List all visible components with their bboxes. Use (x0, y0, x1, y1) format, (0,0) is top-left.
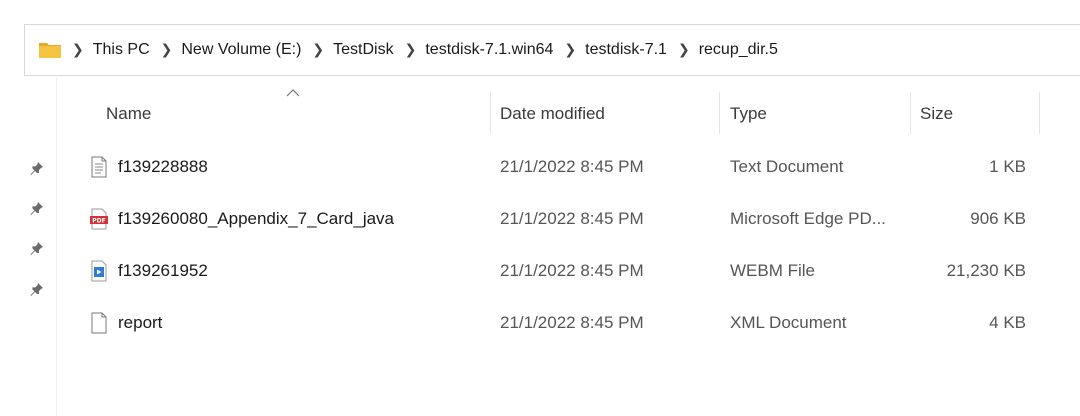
file-name-cell[interactable]: f139261952 (90, 245, 208, 297)
file-row[interactable]: PDF f139260080_Appendix_7_Card_java 21/1… (56, 193, 1056, 245)
file-type: Text Document (730, 157, 844, 176)
pin-icon[interactable] (30, 201, 44, 215)
chevron-right-icon[interactable]: ❯ (564, 41, 576, 58)
column-header-size[interactable]: Size (920, 88, 953, 140)
file-type: WEBM File (730, 261, 815, 280)
file-row[interactable]: f139228888 21/1/2022 8:45 PM Text Docume… (56, 141, 1056, 193)
folder-icon (39, 43, 61, 58)
sort-ascending-icon (286, 89, 300, 97)
breadcrumb-testdisk-win64[interactable]: testdisk-7.1.win64 (425, 41, 553, 59)
file-type: Microsoft Edge PD... (730, 209, 886, 228)
file-size: 21,230 KB (946, 261, 1026, 280)
file-name: report (118, 313, 163, 332)
chevron-right-icon[interactable]: ❯ (161, 41, 173, 58)
file-date: 21/1/2022 8:45 PM (500, 157, 644, 176)
pin-icon[interactable] (30, 161, 44, 175)
column-header-type[interactable]: Type (730, 88, 767, 140)
file-row[interactable]: report 21/1/2022 8:45 PM XML Document 4 … (56, 297, 1056, 349)
column-divider[interactable] (490, 92, 491, 134)
breadcrumb-new-volume[interactable]: New Volume (E:) (181, 41, 301, 59)
chevron-right-icon[interactable]: ❯ (72, 41, 84, 58)
column-header-date-modified[interactable]: Date modified (500, 88, 605, 140)
text-file-icon (91, 156, 107, 178)
file-name: f139260080_Appendix_7_Card_java (118, 209, 395, 228)
chevron-right-icon[interactable]: ❯ (312, 41, 324, 58)
file-date: 21/1/2022 8:45 PM (500, 261, 644, 280)
address-bar[interactable]: ❯ This PC ❯ New Volume (E:) ❯ TestDisk ❯… (24, 24, 1080, 76)
blank-file-icon (91, 312, 107, 334)
file-size: 1 KB (989, 157, 1026, 176)
column-divider[interactable] (1039, 92, 1040, 134)
pin-icon[interactable] (30, 241, 44, 255)
file-date: 21/1/2022 8:45 PM (500, 313, 644, 332)
file-name: f139261952 (118, 261, 208, 280)
file-date: 21/1/2022 8:45 PM (500, 209, 644, 228)
file-name-cell[interactable]: f139228888 (90, 141, 208, 193)
pin-icon[interactable] (30, 282, 44, 296)
breadcrumb-recup-dir[interactable]: recup_dir.5 (699, 41, 778, 59)
chevron-right-icon[interactable]: ❯ (678, 41, 690, 58)
chevron-right-icon[interactable]: ❯ (405, 41, 417, 58)
file-name: f139228888 (118, 157, 208, 176)
pdf-file-icon: PDF (90, 208, 108, 230)
file-name-cell[interactable]: PDF f139260080_Appendix_7_Card_java (90, 193, 394, 245)
column-divider[interactable] (910, 92, 911, 134)
file-size: 906 KB (970, 209, 1026, 228)
file-name-cell[interactable]: report (90, 297, 162, 349)
video-file-icon (91, 260, 107, 282)
file-row[interactable]: f139261952 21/1/2022 8:45 PM WEBM File 2… (56, 245, 1056, 297)
file-size: 4 KB (989, 313, 1026, 332)
navigation-pane (0, 77, 57, 416)
column-header-name[interactable]: Name (106, 88, 151, 140)
breadcrumb-testdisk-7-1[interactable]: testdisk-7.1 (585, 41, 667, 59)
breadcrumb-testdisk[interactable]: TestDisk (333, 41, 393, 59)
breadcrumb-this-pc[interactable]: This PC (93, 41, 150, 59)
pdf-icon-label: PDF (92, 218, 105, 225)
file-type: XML Document (730, 313, 847, 332)
column-divider[interactable] (719, 92, 720, 134)
